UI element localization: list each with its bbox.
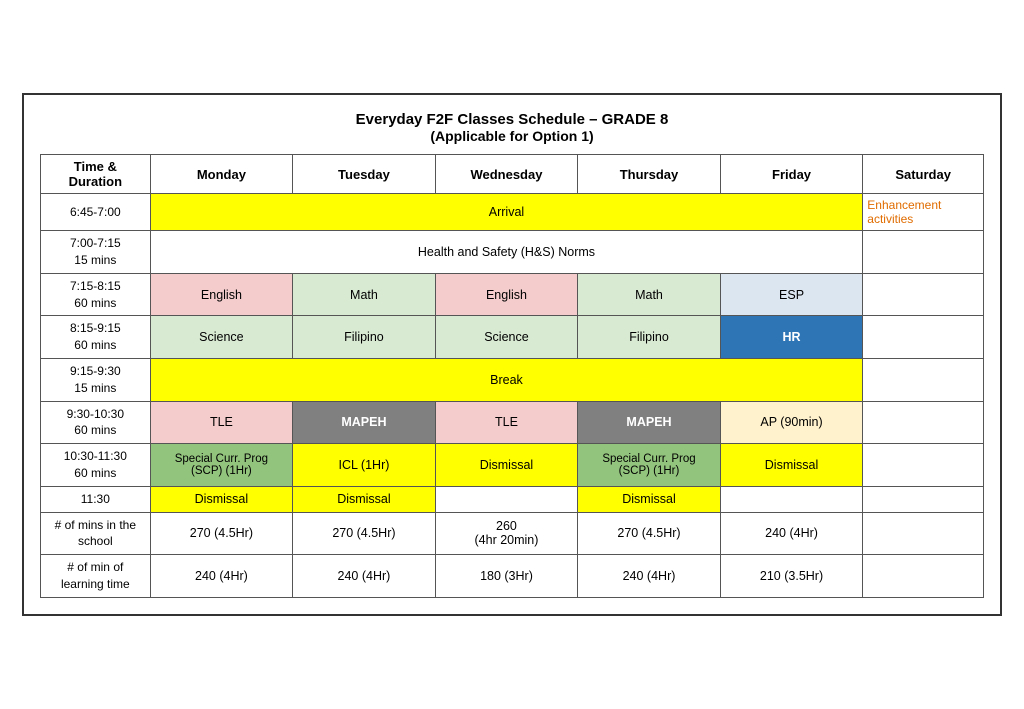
wednesday-dismissal1030: Dismissal — [435, 444, 578, 487]
tuesday-math: Math — [293, 273, 436, 316]
sat-1130 — [863, 486, 984, 512]
tuesday-icl: ICL (1Hr) — [293, 444, 436, 487]
friday-esp: ESP — [720, 273, 863, 316]
sat-930 — [863, 401, 984, 444]
header-wednesday: Wednesday — [435, 155, 578, 194]
header-time: Time & Duration — [41, 155, 151, 194]
sat-1030 — [863, 444, 984, 487]
row-1130: 11:30 Dismissal Dismissal Dismissal — [41, 486, 984, 512]
thursday-mins-school: 270 (4.5Hr) — [578, 512, 721, 555]
thursday-filipino: Filipino — [578, 316, 721, 359]
wednesday-learning: 180 (3Hr) — [435, 555, 578, 598]
schedule-table: Time & Duration Monday Tuesday Wednesday… — [40, 154, 984, 598]
time-700: 7:00-7:1515 mins — [41, 231, 151, 274]
friday-mins-school: 240 (4Hr) — [720, 512, 863, 555]
wednesday-mins-school: 260(4hr 20min) — [435, 512, 578, 555]
header-friday: Friday — [720, 155, 863, 194]
sat-hs — [863, 231, 984, 274]
friday-learning: 210 (3.5Hr) — [720, 555, 863, 598]
wednesday-tle: TLE — [435, 401, 578, 444]
wednesday-1130 — [435, 486, 578, 512]
break-cell: Break — [150, 359, 863, 402]
time-1030: 10:30-11:3060 mins — [41, 444, 151, 487]
time-645: 6:45-7:00 — [41, 194, 151, 231]
monday-science: Science — [150, 316, 293, 359]
thursday-math: Math — [578, 273, 721, 316]
label-mins-school: # of mins in the school — [41, 512, 151, 555]
enhancement-cell: Enhancementactivities — [863, 194, 984, 231]
time-915: 9:15-9:3015 mins — [41, 359, 151, 402]
row-hs: 7:00-7:1515 mins Health and Safety (H&S)… — [41, 231, 984, 274]
wednesday-english: English — [435, 273, 578, 316]
sat-break — [863, 359, 984, 402]
time-1130: 11:30 — [41, 486, 151, 512]
monday-learning: 240 (4Hr) — [150, 555, 293, 598]
title-line2: (Applicable for Option 1) — [40, 128, 984, 144]
page-wrapper: Everyday F2F Classes Schedule – GRADE 8 … — [22, 93, 1002, 616]
monday-mins-school: 270 (4.5Hr) — [150, 512, 293, 555]
friday-1130 — [720, 486, 863, 512]
row-930: 9:30-10:3060 mins TLE MAPEH TLE MAPEH AP… — [41, 401, 984, 444]
friday-ap: AP (90min) — [720, 401, 863, 444]
sat-715 — [863, 273, 984, 316]
row-break: 9:15-9:3015 mins Break — [41, 359, 984, 402]
time-715: 7:15-8:1560 mins — [41, 273, 151, 316]
time-930: 9:30-10:3060 mins — [41, 401, 151, 444]
friday-dismissal1030: Dismissal — [720, 444, 863, 487]
sat-815 — [863, 316, 984, 359]
thursday-learning: 240 (4Hr) — [578, 555, 721, 598]
sat-learning — [863, 555, 984, 598]
title-block: Everyday F2F Classes Schedule – GRADE 8 … — [40, 111, 984, 144]
monday-dismissal1130: Dismissal — [150, 486, 293, 512]
thursday-mapeh: MAPEH — [578, 401, 721, 444]
monday-english: English — [150, 273, 293, 316]
row-arrival: 6:45-7:00 Arrival Enhancementactivities — [41, 194, 984, 231]
header-row: Time & Duration Monday Tuesday Wednesday… — [41, 155, 984, 194]
sat-mins-school — [863, 512, 984, 555]
thursday-dismissal1130: Dismissal — [578, 486, 721, 512]
row-learning-time: # of min of learning time 240 (4Hr) 240 … — [41, 555, 984, 598]
tuesday-dismissal1130: Dismissal — [293, 486, 436, 512]
row-715: 7:15-8:1560 mins English Math English Ma… — [41, 273, 984, 316]
tuesday-mins-school: 270 (4.5Hr) — [293, 512, 436, 555]
wednesday-science: Science — [435, 316, 578, 359]
row-815: 8:15-9:1560 mins Science Filipino Scienc… — [41, 316, 984, 359]
header-tuesday: Tuesday — [293, 155, 436, 194]
arrival-cell: Arrival — [150, 194, 863, 231]
tuesday-filipino: Filipino — [293, 316, 436, 359]
tuesday-mapeh: MAPEH — [293, 401, 436, 444]
header-saturday: Saturday — [863, 155, 984, 194]
monday-tle: TLE — [150, 401, 293, 444]
monday-scp: Special Curr. Prog(SCP) (1Hr) — [150, 444, 293, 487]
friday-hr: HR — [720, 316, 863, 359]
hs-cell: Health and Safety (H&S) Norms — [150, 231, 863, 274]
title-line1: Everyday F2F Classes Schedule – GRADE 8 — [40, 111, 984, 128]
row-1030: 10:30-11:3060 mins Special Curr. Prog(SC… — [41, 444, 984, 487]
tuesday-learning: 240 (4Hr) — [293, 555, 436, 598]
thursday-scp: Special Curr. Prog(SCP) (1Hr) — [578, 444, 721, 487]
header-thursday: Thursday — [578, 155, 721, 194]
time-815: 8:15-9:1560 mins — [41, 316, 151, 359]
row-mins-school: # of mins in the school 270 (4.5Hr) 270 … — [41, 512, 984, 555]
header-monday: Monday — [150, 155, 293, 194]
label-learning-time: # of min of learning time — [41, 555, 151, 598]
